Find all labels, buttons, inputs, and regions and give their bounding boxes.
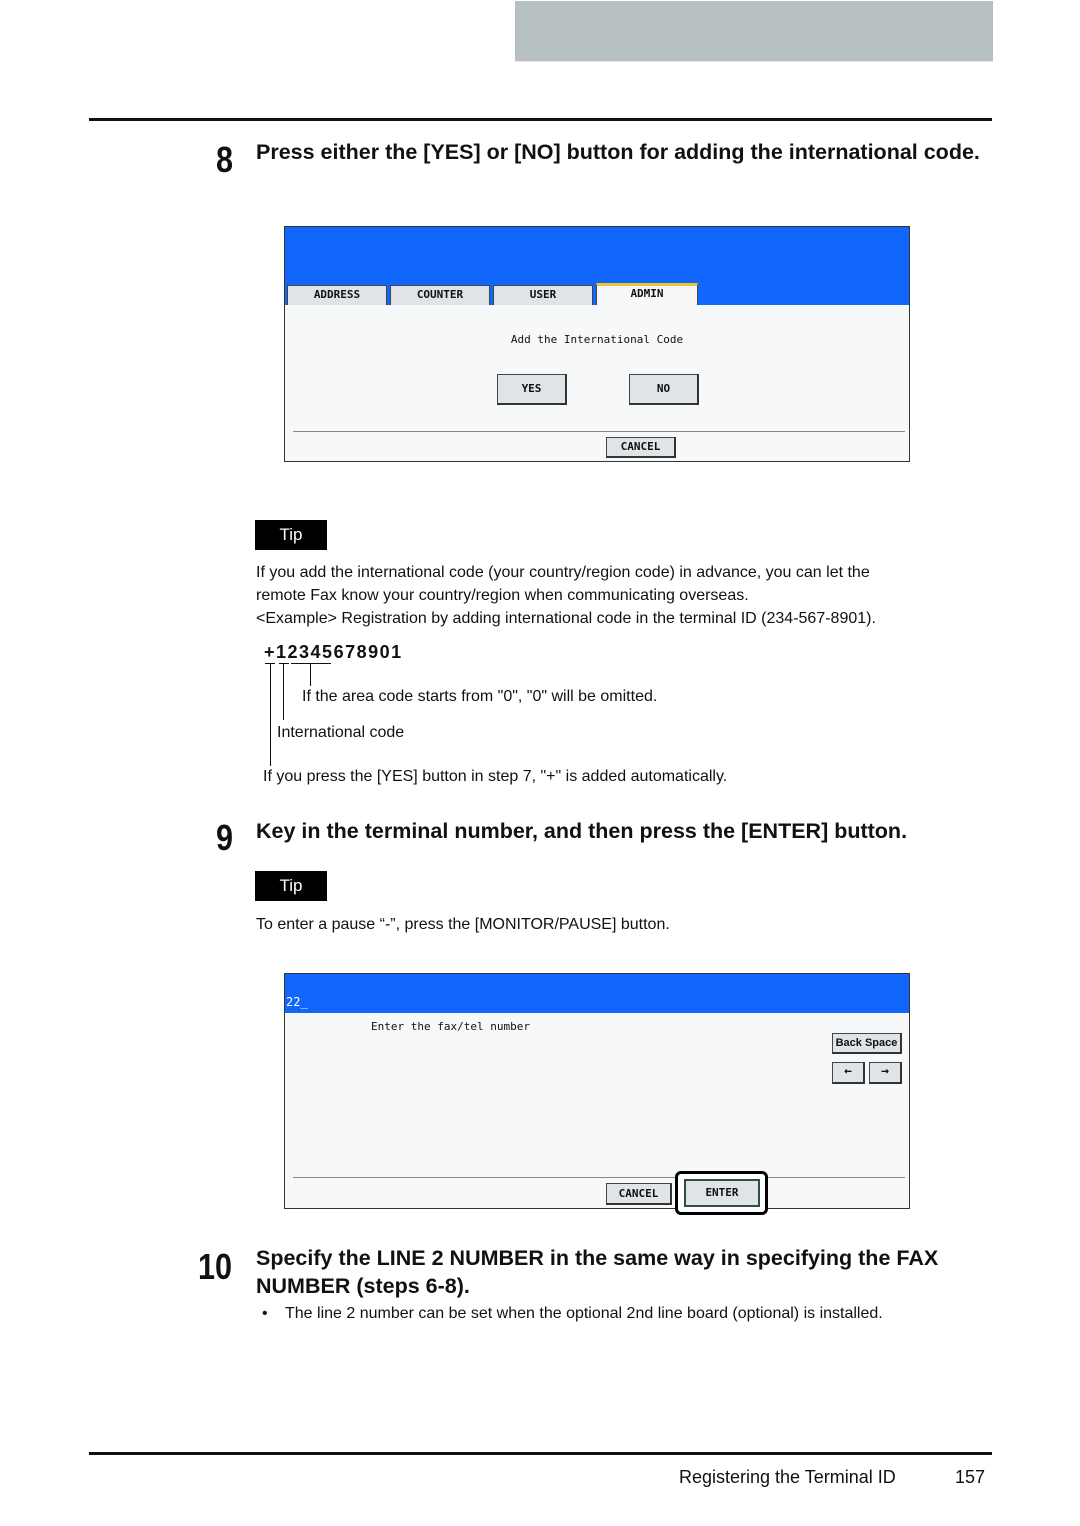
left-arrow-button[interactable]: ←	[832, 1062, 865, 1084]
step-9-number: 9	[216, 817, 234, 858]
panel-input-bar: 22_	[285, 974, 909, 1013]
no-button[interactable]: NO	[629, 374, 699, 405]
footer-title: Registering the Terminal ID	[679, 1467, 896, 1487]
area-leader-line	[310, 664, 311, 686]
step-10-title-line-2: NUMBER (steps 6-8).	[256, 1274, 470, 1298]
tip-text-pause: To enter a pause “-”, press the [MONITOR…	[256, 916, 670, 933]
enter-button[interactable]: ENTER	[684, 1179, 760, 1207]
tip-badge-2: Tip	[255, 871, 327, 901]
backspace-button[interactable]: Back Space	[832, 1033, 902, 1054]
page-number: 157	[955, 1467, 986, 1487]
panel-divider	[293, 431, 905, 432]
annotation-international-code: International code	[277, 724, 405, 741]
enter-highlight-frame: ENTER	[675, 1171, 768, 1215]
cancel-button-2[interactable]: CANCEL	[606, 1183, 672, 1205]
step-10-title-line-1: Specify the LINE 2 NUMBER in the same wa…	[256, 1246, 939, 1270]
tip-text-line-1: If you add the international code (your …	[256, 564, 870, 581]
tab-counter[interactable]: COUNTER	[390, 285, 490, 305]
intl-leader-line	[283, 664, 284, 720]
top-rule	[89, 118, 992, 121]
panel-prompt: Add the International Code	[510, 333, 684, 346]
arrow-right-icon: →	[881, 1064, 889, 1079]
example-number: +12345678901	[264, 642, 403, 662]
arrow-left-icon: ←	[844, 1064, 852, 1079]
intl-underline	[279, 663, 289, 664]
yes-button[interactable]: YES	[497, 374, 567, 405]
fax-number-panel-screenshot: 22_ Enter the fax/tel number Back Space …	[284, 973, 910, 1209]
annotation-plus: If you press the [YES] button in step 7,…	[263, 768, 728, 785]
annotation-area-code: If the area code starts from "0", "0" wi…	[302, 688, 658, 705]
area-underline	[291, 663, 331, 664]
right-arrow-button[interactable]: →	[869, 1062, 902, 1084]
fax-number-input[interactable]: 22_	[286, 995, 308, 1009]
admin-panel-screenshot: ADDRESS COUNTER USER ADMIN Add the Inter…	[284, 226, 910, 462]
plus-leader-line	[270, 664, 271, 766]
tip-text-line-2: remote Fax know your country/region when…	[256, 587, 749, 604]
panel-prompt-fax: Enter the fax/tel number	[371, 1020, 530, 1033]
panel-divider-2	[293, 1177, 905, 1178]
cancel-button[interactable]: CANCEL	[606, 437, 676, 458]
tab-address[interactable]: ADDRESS	[287, 285, 387, 305]
tip-text-line-3: <Example> Registration by adding interna…	[256, 610, 876, 627]
step-10-note: The line 2 number can be set when the op…	[285, 1305, 883, 1322]
tip-badge: Tip	[255, 520, 327, 550]
step-9-title: Key in the terminal number, and then pre…	[256, 819, 908, 843]
bullet-icon: •	[262, 1305, 268, 1322]
bottom-rule	[89, 1452, 992, 1455]
header-block	[515, 1, 993, 62]
step-10-number: 10	[198, 1246, 233, 1287]
tab-user[interactable]: USER	[493, 285, 593, 305]
step-8-number: 8	[216, 139, 234, 180]
step-8-title: Press either the [YES] or [NO] button fo…	[256, 140, 980, 164]
tab-admin[interactable]: ADMIN	[596, 283, 698, 305]
